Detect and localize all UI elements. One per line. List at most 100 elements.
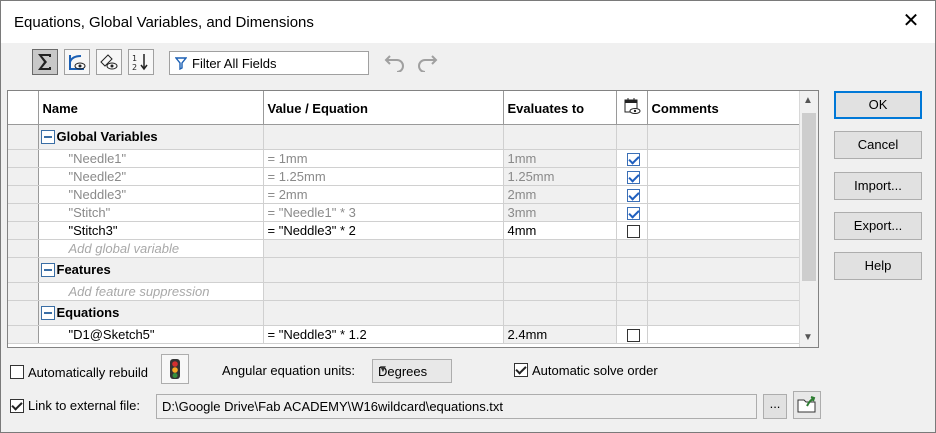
ordered-view-button[interactable]: 12	[128, 49, 154, 75]
comment-cell[interactable]	[647, 149, 801, 168]
sort-order-icon: 12	[132, 54, 148, 72]
browse-button[interactable]: ...	[763, 394, 787, 419]
variable-value[interactable]: = "Needle1" * 3	[263, 203, 504, 222]
table-row[interactable]: "D1@Sketch5" = "Neddle3" * 1.2 2.4mm	[8, 325, 801, 344]
col-value-header[interactable]: Value / Equation	[263, 91, 504, 125]
vertical-scrollbar[interactable]: ▲ ▼	[799, 91, 818, 347]
section-equations-cell: Equations	[38, 300, 264, 326]
sigma-icon	[38, 54, 51, 70]
comment-cell[interactable]	[647, 325, 801, 344]
add-global-placeholder[interactable]: Add global variable	[38, 239, 264, 258]
col-name-header[interactable]: Name	[38, 91, 264, 125]
variable-name[interactable]: "Neddle3"	[38, 185, 264, 204]
variable-value[interactable]: = 1.25mm	[263, 167, 504, 186]
equation-value[interactable]: = "Neddle3" * 1.2	[263, 325, 504, 344]
table-row[interactable]: "Needle2" = 1.25mm 1.25mm	[8, 167, 801, 186]
section-row-features: Features	[8, 257, 801, 283]
collapse-icon[interactable]	[40, 263, 55, 278]
sketch-equation-view-button[interactable]	[64, 49, 90, 75]
svg-text:1: 1	[132, 54, 137, 63]
close-icon[interactable]: ✕	[901, 8, 921, 33]
include-checkbox[interactable]	[627, 224, 640, 238]
col-evaluates-header[interactable]: Evaluates to	[503, 91, 617, 125]
add-feature-row[interactable]: Add feature suppression	[8, 282, 801, 301]
scroll-up-icon[interactable]: ▲	[803, 95, 813, 106]
row-header	[8, 325, 39, 344]
angular-units-label: Angular equation units:	[222, 363, 355, 378]
filter-input[interactable]: Filter All Fields	[169, 51, 369, 75]
link-file-checkbox[interactable]	[10, 399, 24, 413]
title-bar: Equations, Global Variables, and Dimensi…	[1, 1, 935, 43]
variable-name[interactable]: "Needle1"	[38, 149, 264, 168]
row-header	[8, 124, 39, 150]
auto-rebuild-label: Automatically rebuild	[28, 365, 148, 380]
variable-value[interactable]: = 1mm	[263, 149, 504, 168]
table-row[interactable]: "Stitch3" = "Neddle3" * 2 4mm	[8, 221, 801, 240]
row-header	[8, 300, 39, 326]
auto-solve-label: Automatic solve order	[532, 363, 658, 378]
variable-name[interactable]: "Stitch"	[38, 203, 264, 222]
filter-icon	[175, 57, 187, 70]
include-checkbox[interactable]	[627, 152, 640, 166]
include-checkbox[interactable]	[627, 188, 640, 202]
include-checkbox[interactable]	[627, 328, 640, 342]
variable-name[interactable]: "Stitch3"	[38, 221, 264, 240]
link-file-label: Link to external file:	[28, 398, 141, 413]
ok-button[interactable]: OK	[834, 91, 922, 119]
redo-icon[interactable]	[416, 52, 438, 72]
collapse-icon[interactable]	[40, 306, 55, 321]
col-comments-header[interactable]: Comments	[647, 91, 801, 125]
comment-cell[interactable]	[647, 221, 801, 240]
cancel-button[interactable]: Cancel	[834, 131, 922, 159]
row-header	[8, 185, 39, 204]
variable-evaluates: 4mm	[503, 221, 617, 240]
angular-units-select[interactable]: Degrees ▼	[372, 359, 452, 383]
add-feature-placeholder[interactable]: Add feature suppression	[38, 282, 264, 301]
table-row[interactable]: "Stitch" = "Needle1" * 3 3mm	[8, 203, 801, 222]
header-row: Name Value / Equation Evaluates to Comme…	[8, 91, 801, 125]
table-row[interactable]: "Neddle3" = 2mm 2mm	[8, 185, 801, 204]
row-header	[8, 149, 39, 168]
comment-cell[interactable]	[647, 185, 801, 204]
dimension-eye-icon	[100, 54, 118, 70]
variable-name[interactable]: "Needle2"	[38, 167, 264, 186]
row-header	[8, 167, 39, 186]
comment-cell[interactable]	[647, 203, 801, 222]
section-global-label: Global Variables	[56, 128, 158, 144]
equations-dialog: Equations, Global Variables, and Dimensi…	[0, 0, 936, 433]
variable-value[interactable]: = "Neddle3" * 2	[263, 221, 504, 240]
rebuild-button[interactable]	[161, 354, 189, 384]
open-file-button[interactable]	[793, 391, 821, 419]
variable-value[interactable]: = 2mm	[263, 185, 504, 204]
equations-table: Name Value / Equation Evaluates to Comme…	[8, 91, 801, 344]
toolbar: 12 Filter All Fields	[1, 43, 935, 85]
help-button[interactable]: Help	[834, 252, 922, 280]
auto-rebuild-checkbox[interactable]	[10, 365, 24, 379]
file-path-field[interactable]: D:\Google Drive\Fab ACADEMY\W16wildcard\…	[156, 394, 757, 419]
variable-evaluates: 1.25mm	[503, 167, 617, 186]
comment-cell[interactable]	[647, 167, 801, 186]
scroll-thumb[interactable]	[802, 113, 816, 281]
variable-evaluates: 3mm	[503, 203, 617, 222]
scroll-down-icon[interactable]: ▼	[803, 332, 813, 343]
variable-evaluates: 2mm	[503, 185, 617, 204]
calendar-eye-icon	[624, 97, 640, 114]
section-global-cell: Global Variables	[38, 124, 264, 150]
table-row[interactable]: "Needle1" = 1mm 1mm	[8, 149, 801, 168]
include-checkbox[interactable]	[627, 206, 640, 220]
section-features-label: Features	[56, 261, 111, 277]
export-button[interactable]: Export...	[834, 212, 922, 240]
section-equations-label: Equations	[56, 304, 120, 320]
row-header	[8, 203, 39, 222]
include-checkbox[interactable]	[627, 170, 640, 184]
equations-grid[interactable]: Name Value / Equation Evaluates to Comme…	[7, 90, 819, 348]
collapse-icon[interactable]	[40, 130, 55, 145]
equation-evaluates: 2.4mm	[503, 325, 617, 344]
equation-view-button[interactable]	[32, 49, 58, 75]
dimension-view-button[interactable]	[96, 49, 122, 75]
add-global-row[interactable]: Add global variable	[8, 239, 801, 258]
auto-solve-checkbox[interactable]	[514, 363, 528, 377]
undo-icon[interactable]	[384, 52, 406, 72]
import-button[interactable]: Import...	[834, 172, 922, 200]
equation-name[interactable]: "D1@Sketch5"	[38, 325, 264, 344]
